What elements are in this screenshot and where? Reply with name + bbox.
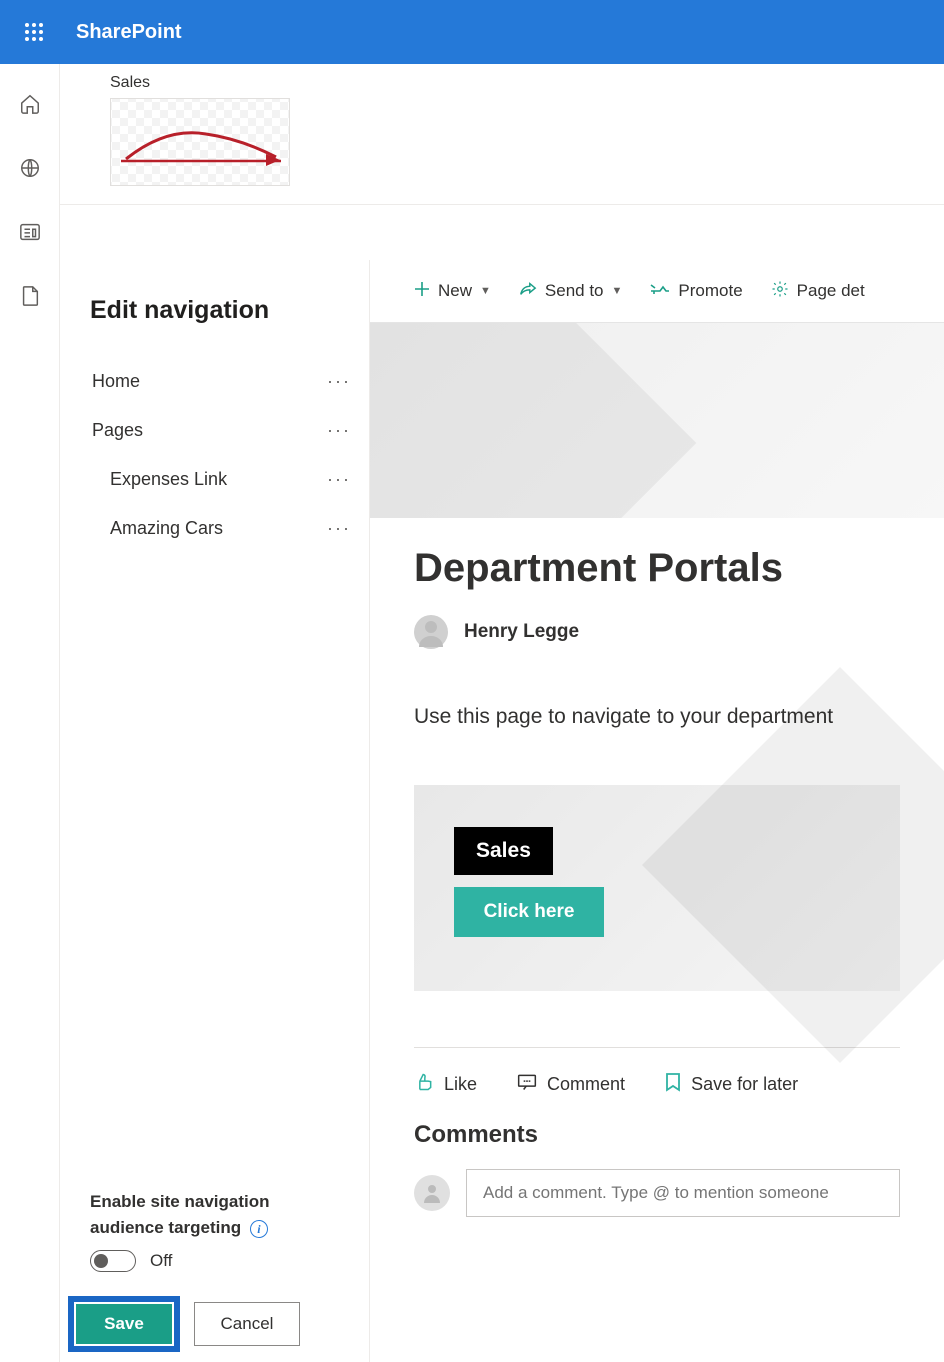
page-command-bar: New ▼ Send to ▼ Promote Page det: [370, 260, 944, 322]
more-icon[interactable]: ···: [327, 420, 351, 441]
left-rail: [0, 64, 60, 1362]
cmd-page-details[interactable]: Page det: [771, 280, 865, 303]
page-article: Department Portals Henry Legge Use this …: [370, 518, 944, 1217]
more-icon[interactable]: ···: [327, 371, 351, 392]
comment-label: Comment: [547, 1074, 625, 1095]
cmd-label: Page det: [797, 281, 865, 301]
info-icon[interactable]: i: [250, 1220, 268, 1238]
nav-item-label: Expenses Link: [110, 469, 227, 490]
save-button-highlight: Save: [68, 1296, 180, 1352]
nav-item-label: Home: [92, 371, 140, 392]
author-row: Henry Legge: [414, 615, 900, 649]
cmd-label: Promote: [678, 281, 742, 301]
chevron-down-icon: ▼: [480, 285, 491, 297]
nav-item-expenses-link[interactable]: Expenses Link ···: [90, 455, 369, 504]
comment-icon: [517, 1073, 537, 1096]
nav-panel-heading: Edit navigation: [90, 296, 369, 325]
site-logo[interactable]: [110, 98, 290, 186]
like-button[interactable]: Like: [414, 1072, 477, 1097]
person-icon: [420, 1181, 444, 1205]
cmd-promote[interactable]: Promote: [650, 281, 742, 301]
page-column: New ▼ Send to ▼ Promote Page det: [370, 260, 944, 1362]
site-header: Sales: [60, 64, 944, 205]
chevron-down-icon: ▼: [612, 285, 623, 297]
globe-icon: [19, 157, 41, 179]
cmd-send-to[interactable]: Send to ▼: [519, 281, 623, 302]
promote-icon: [650, 281, 670, 301]
like-icon: [414, 1072, 434, 1097]
app-launcher-button[interactable]: [16, 14, 52, 50]
car-logo-icon: [111, 99, 290, 186]
like-label: Like: [444, 1074, 477, 1095]
cancel-button[interactable]: Cancel: [194, 1302, 300, 1346]
page-hero: [370, 322, 944, 518]
news-icon: [19, 222, 41, 242]
cmd-new[interactable]: New ▼: [414, 281, 491, 302]
audience-targeting-label: Enable site navigation audience targetin…: [90, 1189, 349, 1240]
waffle-icon: [25, 23, 43, 41]
comment-row: [414, 1169, 900, 1217]
app-name[interactable]: SharePoint: [76, 21, 182, 44]
rail-news-button[interactable]: [16, 218, 44, 246]
targeting-label-line1: Enable site navigation: [90, 1192, 270, 1211]
site-command-bar: [60, 205, 944, 260]
save-label: Save for later: [691, 1074, 798, 1095]
comment-avatar: [414, 1175, 450, 1211]
rail-globe-button[interactable]: [16, 154, 44, 182]
rail-home-button[interactable]: [16, 90, 44, 118]
rail-file-button[interactable]: [16, 282, 44, 310]
nav-list: Home ··· Pages ··· Expenses Link ··· Ama…: [90, 357, 369, 1189]
nav-footer: Enable site navigation audience targetin…: [90, 1189, 369, 1362]
save-button[interactable]: Save: [76, 1304, 172, 1344]
social-row: Like Comment Save for later: [414, 1072, 900, 1097]
comments-heading: Comments: [414, 1121, 900, 1149]
nav-item-label: Amazing Cars: [110, 518, 223, 539]
nav-item-home[interactable]: Home ···: [90, 357, 369, 406]
targeting-label-line2: audience targeting: [90, 1218, 241, 1237]
department-tile[interactable]: Sales Click here: [414, 785, 900, 991]
file-icon: [20, 285, 40, 307]
cmd-label: Send to: [545, 281, 604, 301]
nav-item-amazing-cars[interactable]: Amazing Cars ···: [90, 504, 369, 553]
more-icon[interactable]: ···: [327, 469, 351, 490]
nav-item-label: Pages: [92, 420, 143, 441]
share-icon: [519, 281, 537, 302]
author-avatar[interactable]: [414, 615, 448, 649]
toggle-state-text: Off: [150, 1251, 172, 1271]
author-name: Henry Legge: [464, 621, 579, 643]
tile-label: Sales: [454, 827, 553, 875]
bookmark-icon: [665, 1072, 681, 1097]
nav-item-pages[interactable]: Pages ···: [90, 406, 369, 455]
home-icon: [19, 93, 41, 115]
edit-navigation-panel: Edit navigation Home ··· Pages ··· Expen…: [60, 260, 370, 1362]
save-for-later-button[interactable]: Save for later: [665, 1072, 798, 1097]
tile-button[interactable]: Click here: [454, 887, 604, 937]
more-icon[interactable]: ···: [327, 518, 351, 539]
person-icon: [414, 615, 448, 649]
comment-button[interactable]: Comment: [517, 1073, 625, 1096]
suite-header: SharePoint: [0, 0, 944, 64]
audience-targeting-toggle[interactable]: [90, 1250, 136, 1272]
site-title: Sales: [110, 74, 944, 92]
page-title: Department Portals: [414, 546, 900, 591]
plus-icon: [414, 281, 430, 302]
cmd-label: New: [438, 281, 472, 301]
comment-input[interactable]: [466, 1169, 900, 1217]
gear-icon: [771, 280, 789, 303]
